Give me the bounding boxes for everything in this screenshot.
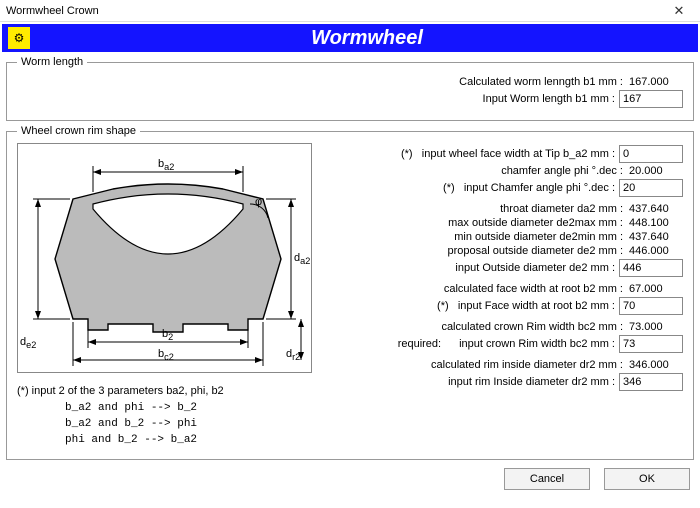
- throat-value: 437.640: [627, 203, 683, 215]
- chamfer-in-label: input Chamfer angle phi °.dec :: [464, 182, 615, 194]
- rule-1: b_a2 and phi --> b_2: [65, 401, 312, 417]
- label-de2: de2: [20, 336, 36, 350]
- de2max-label: max outside diameter de2max mm :: [448, 217, 623, 229]
- star-3: (*): [432, 300, 454, 312]
- bc2in-field[interactable]: [619, 335, 683, 353]
- bc2in-label: input crown Rim width bc2 mm :: [459, 338, 615, 350]
- dr2in-field[interactable]: [619, 373, 683, 391]
- window-title: Wormwheel Crown: [6, 5, 664, 17]
- face-tip-field[interactable]: [619, 145, 683, 163]
- bc2calc-value: 73.000: [627, 321, 683, 333]
- de2min-label: min outside diameter de2min mm :: [454, 231, 623, 243]
- label-bc2: bc2: [158, 348, 174, 362]
- dr2calc-label: calculated rim inside diameter dr2 mm :: [431, 359, 623, 371]
- rule-2: b_a2 and b_2 --> phi: [65, 417, 312, 433]
- de2min-value: 437.640: [627, 231, 683, 243]
- button-bar: Cancel OK: [0, 464, 700, 496]
- de2in-label: input Outside diameter de2 mm :: [455, 262, 615, 274]
- b2in-field[interactable]: [619, 297, 683, 315]
- rule-3: phi and b_2 --> b_a2: [65, 433, 312, 449]
- rules-heading: (*) input 2 of the 3 parameters ba2, phi…: [17, 385, 312, 397]
- throat-label: throat diameter da2 mm :: [500, 203, 623, 215]
- star-1: (*): [396, 148, 418, 160]
- chamfer-calc-label: chamfer angle phi °.dec :: [501, 165, 623, 177]
- dr2calc-value: 346.000: [627, 359, 683, 371]
- banner-title: Wormwheel: [36, 27, 698, 50]
- close-icon[interactable]: ✕: [664, 3, 694, 19]
- de2in-field[interactable]: [619, 259, 683, 277]
- calc-worm-label: Calculated worm lenngth b1 mm :: [459, 76, 623, 88]
- chamfer-calc-value: 20.000: [627, 165, 683, 177]
- b2in-label: input Face width at root b2 mm :: [458, 300, 615, 312]
- calc-worm-value: 167.000: [627, 76, 683, 88]
- cancel-button[interactable]: Cancel: [504, 468, 590, 490]
- app-icon: ⚙: [8, 27, 30, 49]
- ok-button[interactable]: OK: [604, 468, 690, 490]
- b2calc-value: 67.000: [627, 283, 683, 295]
- input-worm-label: Input Worm length b1 mm :: [483, 93, 615, 105]
- label-phi: φ: [255, 196, 262, 208]
- dr2in-label: input rim Inside diameter dr2 mm :: [448, 376, 615, 388]
- bc2calc-label: calculated crown Rim width bc2 mm :: [441, 321, 623, 333]
- input-worm-field[interactable]: [619, 90, 683, 108]
- worm-length-legend: Worm length: [17, 56, 87, 68]
- label-da2: da2: [294, 252, 310, 266]
- crown-diagram: ba2 b2 bc2 da2 de2 dr2 φ: [17, 143, 312, 373]
- label-b2: b2: [162, 328, 173, 342]
- face-tip-label: input wheel face width at Tip b_a2 mm :: [422, 148, 615, 160]
- de2max-value: 448.100: [627, 217, 683, 229]
- crown-legend: Wheel crown rim shape: [17, 125, 140, 137]
- star-2: (*): [438, 182, 460, 194]
- crown-group: Wheel crown rim shape: [6, 125, 694, 460]
- chamfer-in-field[interactable]: [619, 179, 683, 197]
- b2calc-label: calculated face width at root b2 mm :: [444, 283, 623, 295]
- rules-list: b_a2 and phi --> b_2 b_a2 and b_2 --> ph…: [65, 401, 312, 449]
- de2prop-label: proposal outside diameter de2 mm :: [448, 245, 623, 257]
- worm-length-group: Worm length Calculated worm lenngth b1 m…: [6, 56, 694, 121]
- header-banner: ⚙ Wormwheel: [2, 24, 698, 52]
- label-dr2: dr2: [286, 348, 300, 362]
- window-titlebar: Wormwheel Crown ✕: [0, 0, 700, 22]
- bc2in-prefix: required:: [398, 338, 441, 350]
- de2prop-value: 446.000: [627, 245, 683, 257]
- label-ba2: ba2: [158, 158, 174, 172]
